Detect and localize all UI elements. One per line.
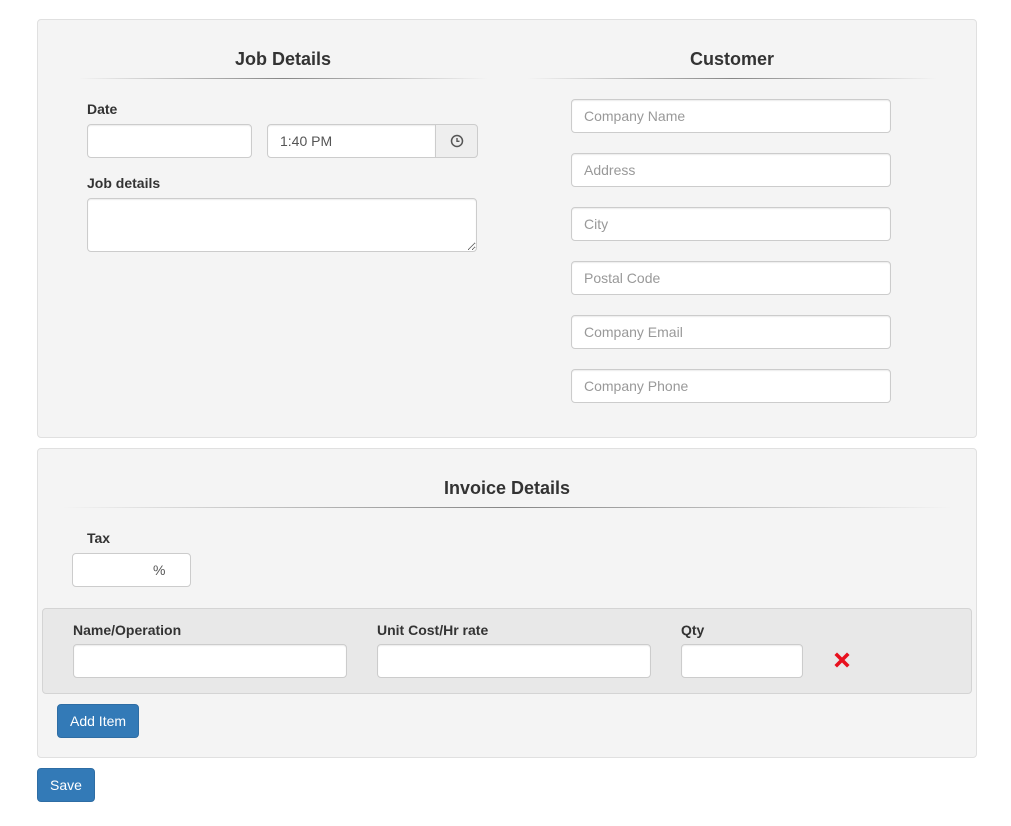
job-details-textarea[interactable] bbox=[87, 198, 477, 252]
add-item-button[interactable]: Add Item bbox=[57, 704, 140, 738]
column-qty: Qty bbox=[681, 622, 705, 638]
invoice-divider bbox=[62, 507, 952, 508]
invoice-details-title: Invoice Details bbox=[443, 478, 571, 498]
time-picker-button[interactable] bbox=[435, 124, 478, 158]
company-phone-input[interactable] bbox=[571, 369, 891, 403]
save-button[interactable]: Save bbox=[37, 768, 95, 802]
address-input[interactable] bbox=[571, 153, 891, 187]
tax-input-group: % bbox=[72, 553, 191, 587]
postal-code-input[interactable] bbox=[571, 261, 891, 295]
job-details-divider bbox=[78, 78, 488, 79]
tax-input[interactable] bbox=[73, 554, 149, 586]
city-input[interactable] bbox=[571, 207, 891, 241]
company-name-input[interactable] bbox=[571, 99, 891, 133]
job-details-title: Job Details bbox=[234, 49, 332, 69]
tax-label: Tax bbox=[87, 530, 111, 546]
clock-icon bbox=[450, 134, 463, 148]
remove-icon[interactable] bbox=[834, 652, 850, 668]
customer-title: Customer bbox=[689, 49, 774, 69]
tax-percent-suffix: % bbox=[153, 562, 166, 578]
item-qty-input[interactable] bbox=[681, 644, 803, 678]
job-customer-panel: Job Details Date Job details Customer bbox=[37, 19, 977, 438]
item-unit-cost-input[interactable] bbox=[377, 644, 651, 678]
company-email-input[interactable] bbox=[571, 315, 891, 349]
job-details-label: Job details bbox=[87, 175, 161, 191]
invoice-item-row: Name/Operation Unit Cost/Hr rate Qty bbox=[42, 608, 972, 694]
item-name-input[interactable] bbox=[73, 644, 347, 678]
column-name-operation: Name/Operation bbox=[73, 622, 182, 638]
invoice-panel: Invoice Details Tax % Name/Operation Uni… bbox=[37, 448, 977, 758]
time-input[interactable] bbox=[267, 124, 436, 158]
column-unit-cost: Unit Cost/Hr rate bbox=[377, 622, 489, 638]
date-input[interactable] bbox=[87, 124, 252, 158]
customer-divider bbox=[527, 78, 937, 79]
date-label: Date bbox=[87, 101, 118, 117]
